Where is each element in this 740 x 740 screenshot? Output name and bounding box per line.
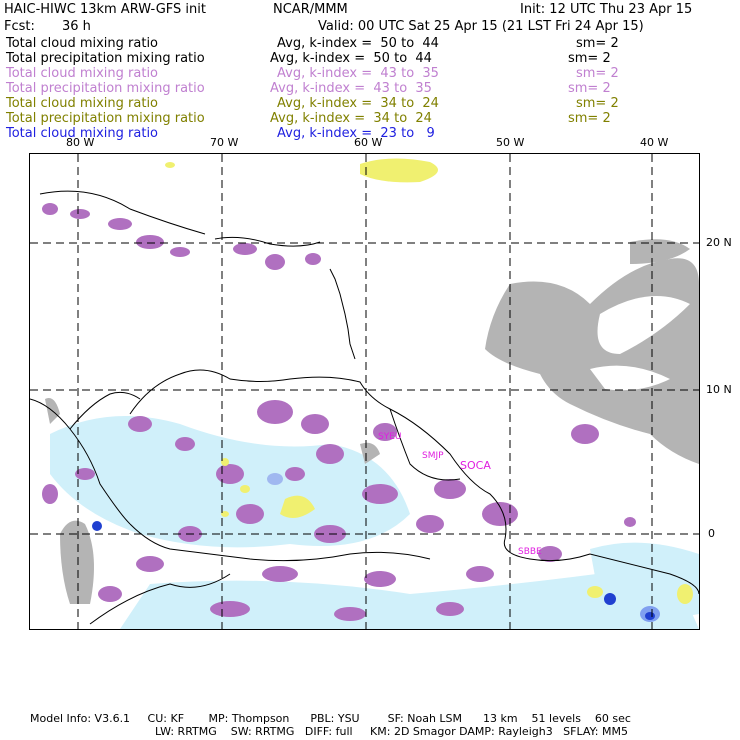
field-range: Avg, k-index = 50 to 44	[270, 51, 432, 66]
field-smoothing: sm= 2	[568, 111, 611, 126]
init-time: Init: 12 UTC Thu 23 Apr 15	[520, 2, 693, 17]
map-panel: SYEU SMJP SOCA SBBE	[29, 153, 700, 630]
fcst-value: 36 h	[62, 19, 91, 34]
map-svg	[30, 154, 699, 629]
model-info-line2: LW: RRTMG SW: RRTMG DIFF: full KM: 2D Sm…	[155, 725, 628, 738]
field-name: Total cloud mixing ratio	[6, 96, 159, 111]
station-label: SYEU	[378, 432, 402, 442]
station-label: SBBE	[518, 547, 542, 557]
field-range: Avg, k-index = 34 to 24	[270, 111, 432, 126]
field-smoothing: sm= 2	[576, 36, 619, 51]
lon-label: 50 W	[496, 136, 525, 149]
lon-label: 60 W	[354, 136, 383, 149]
org-label: NCAR/MMM	[273, 2, 348, 17]
lat-label: 10 N	[706, 383, 732, 396]
field-smoothing: sm= 2	[576, 66, 619, 81]
field-name: Total precipitation mixing ratio	[6, 51, 205, 66]
field-smoothing: sm= 2	[568, 51, 611, 66]
station-label: SMJP	[422, 451, 444, 461]
valid-time: Valid: 00 UTC Sat 25 Apr 15 (21 LST Fri …	[318, 19, 644, 34]
model-title: HAIC-HIWC 13km ARW-GFS init	[4, 2, 206, 17]
field-name: Total precipitation mixing ratio	[6, 81, 205, 96]
lon-label: 80 W	[66, 136, 95, 149]
lat-label: 20 N	[706, 236, 732, 249]
field-range: Avg, k-index = 34 to 24	[277, 96, 439, 111]
field-name: Total cloud mixing ratio	[6, 36, 159, 51]
station-label: SOCA	[460, 459, 491, 472]
lat-label: 0	[708, 527, 715, 540]
field-name: Total cloud mixing ratio	[6, 66, 159, 81]
field-range: Avg, k-index = 43 to 35	[270, 81, 432, 96]
field-range: Avg, k-index = 43 to 35	[277, 66, 439, 81]
lon-label: 40 W	[640, 136, 669, 149]
fcst-label: Fcst:	[4, 19, 35, 34]
lon-label: 70 W	[210, 136, 239, 149]
field-smoothing: sm= 2	[576, 96, 619, 111]
field-range: Avg, k-index = 50 to 44	[277, 36, 439, 51]
field-smoothing: sm= 2	[568, 81, 611, 96]
field-name: Total precipitation mixing ratio	[6, 111, 205, 126]
